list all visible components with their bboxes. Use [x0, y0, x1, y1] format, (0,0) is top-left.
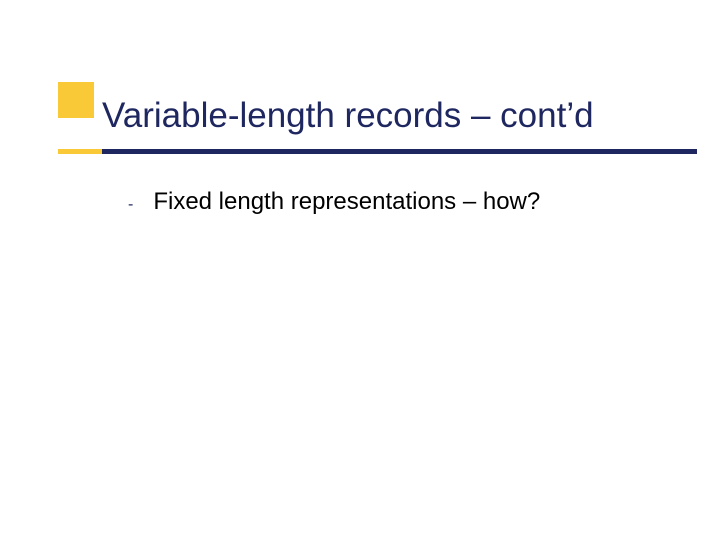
underline-yellow — [58, 149, 102, 154]
list-item: - Fixed length representations – how? — [128, 186, 540, 221]
slide: Variable-length records – cont’d - Fixed… — [0, 0, 720, 540]
bullet-dash-icon: - — [128, 189, 133, 221]
bullet-text: Fixed length representations – how? — [153, 186, 540, 218]
slide-title: Variable-length records – cont’d — [102, 96, 594, 136]
accent-square — [58, 82, 94, 118]
title-underline — [0, 149, 720, 154]
underline-navy — [102, 149, 697, 154]
bullet-list: - Fixed length representations – how? — [128, 186, 540, 221]
